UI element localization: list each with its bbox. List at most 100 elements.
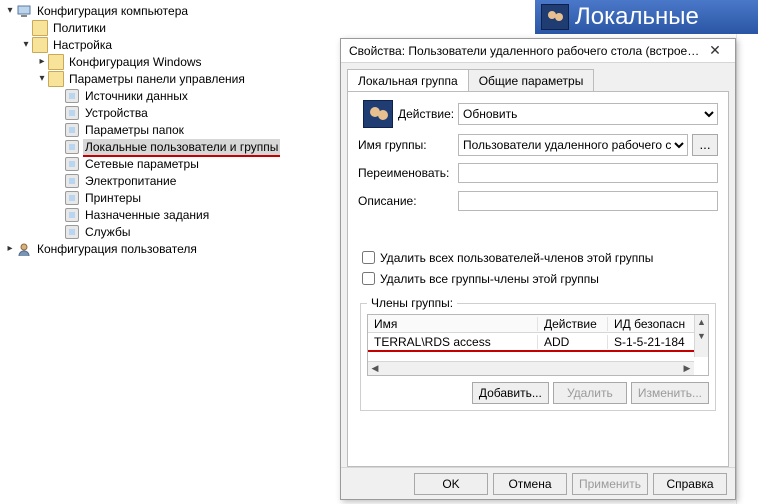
action-label: Действие: [398, 107, 458, 121]
group-name-select[interactable]: Пользователи удаленного рабочего сто [458, 134, 688, 156]
col-action[interactable]: Действие [538, 317, 608, 331]
folder-icon [32, 20, 48, 36]
service-icon [64, 224, 80, 240]
computer-icon [16, 3, 32, 19]
tree-item-label: Принтеры [83, 190, 143, 206]
tree-item[interactable]: · Назначенные задания [4, 206, 338, 223]
page-banner: Локальные [535, 0, 758, 34]
rename-label: Переименовать: [358, 166, 458, 180]
chevron-down-icon[interactable]: ▾ [20, 39, 32, 51]
apply-button[interactable]: Применить [572, 473, 648, 495]
change-member-button[interactable]: Изменить... [631, 382, 709, 404]
users-groups-banner-icon [541, 4, 569, 30]
ok-button[interactable]: OK [414, 473, 488, 495]
tree-item[interactable]: · Принтеры [4, 189, 338, 206]
tab-local-group[interactable]: Локальная группа [347, 69, 469, 91]
tree-item[interactable]: · Электропитание [4, 172, 338, 189]
delete-groups-checkbox[interactable] [362, 272, 375, 285]
rename-input[interactable] [458, 163, 718, 183]
tree-item-label: Конфигурация Windows [67, 54, 204, 70]
group-name-browse-button[interactable]: ... [692, 134, 718, 156]
tree-item[interactable]: · Параметры папок [4, 121, 338, 138]
tree-item-label: Электропитание [83, 173, 178, 189]
description-input[interactable] [458, 191, 718, 211]
dialog-titlebar[interactable]: Свойства: Пользователи удаленного рабоче… [341, 39, 735, 63]
page-banner-title: Локальные [575, 3, 699, 31]
tree-item-label: Сетевые параметры [83, 156, 201, 172]
tree-item[interactable]: ▸ Конфигурация Windows [4, 53, 338, 70]
folder-options-icon [64, 122, 80, 138]
col-sid[interactable]: ИД безопасн [608, 317, 708, 331]
cell-action: ADD [538, 335, 608, 349]
right-pane-strip [736, 34, 758, 504]
tree-item-label: Политики [51, 20, 108, 36]
folder-icon [48, 54, 64, 70]
tree-item[interactable]: ▸ Конфигурация пользователя [4, 240, 338, 257]
tree-item[interactable]: · Службы [4, 223, 338, 240]
chevron-down-icon[interactable]: ▾ [36, 73, 48, 85]
nav-tree: ▾ Конфигурация компьютера · Политики ▾ Н… [0, 0, 338, 504]
folder-icon [48, 71, 64, 87]
tabs: Локальная группа Общие параметры [341, 63, 735, 91]
add-member-button[interactable]: Добавить... [472, 382, 549, 404]
delete-users-label: Удалить всех пользователей-членов этой г… [380, 251, 653, 265]
tree-item-label: Конфигурация пользователя [35, 241, 199, 257]
remove-member-button[interactable]: Удалить [553, 382, 627, 404]
tree-item[interactable]: ▾ Конфигурация компьютера [4, 2, 338, 19]
tree-item[interactable]: · Устройства [4, 104, 338, 121]
users-groups-icon [64, 139, 80, 155]
tree-item-local-users-groups[interactable]: · Локальные пользователи и группы [4, 138, 338, 155]
users-groups-icon [363, 100, 393, 128]
scheduled-task-icon [64, 207, 80, 223]
tab-common[interactable]: Общие параметры [468, 69, 595, 91]
group-name-label: Имя группы: [358, 138, 458, 152]
chevron-down-icon[interactable]: ▾ [4, 5, 16, 17]
members-fieldset: Члены группы: Имя Действие ИД безопасн T… [360, 296, 716, 411]
folder-icon [32, 37, 48, 53]
col-name[interactable]: Имя [368, 317, 538, 331]
action-select[interactable]: Обновить [458, 103, 718, 125]
dialog-title: Свойства: Пользователи удаленного рабоче… [349, 44, 701, 58]
chevron-right-icon[interactable]: ▸ [4, 243, 16, 255]
members-legend: Члены группы: [367, 296, 457, 310]
tree-item-label: Службы [83, 224, 132, 240]
grid-row[interactable]: TERRAL\RDS access ADD S-1-5-21-184 [368, 333, 708, 351]
tree-item[interactable]: ▾ Параметры панели управления [4, 70, 338, 87]
tree-item[interactable]: · Сетевые параметры [4, 155, 338, 172]
printer-icon [64, 190, 80, 206]
tree-item-label: Настройка [51, 37, 114, 53]
grid-header: Имя Действие ИД безопасн [368, 315, 708, 333]
grid-vscroll[interactable]: ▲ ▼ [694, 315, 708, 357]
delete-groups-label: Удалить все группы-члены этой группы [380, 272, 599, 286]
tree-item-label: Устройства [83, 105, 150, 121]
scroll-down-icon[interactable]: ▼ [695, 329, 708, 343]
tree-item[interactable]: · Политики [4, 19, 338, 36]
tree-item-label: Параметры панели управления [67, 71, 247, 87]
tree-item-label: Параметры папок [83, 122, 186, 138]
tree-item-label: Источники данных [83, 88, 190, 104]
dialog-footer: OK Отмена Применить Справка [341, 467, 735, 499]
network-icon [64, 156, 80, 172]
chevron-right-icon[interactable]: ▸ [36, 56, 48, 68]
cell-sid: S-1-5-21-184 [608, 335, 708, 349]
tree-item-label: Назначенные задания [83, 207, 211, 223]
scroll-right-icon[interactable]: ▶ [680, 362, 694, 375]
properties-dialog: Свойства: Пользователи удаленного рабоче… [340, 38, 736, 500]
scroll-left-icon[interactable]: ◀ [368, 362, 382, 375]
close-button[interactable]: ✕ [701, 42, 729, 60]
datasource-icon [64, 88, 80, 104]
cancel-button[interactable]: Отмена [493, 473, 567, 495]
members-grid[interactable]: Имя Действие ИД безопасн TERRAL\RDS acce… [367, 314, 709, 376]
description-label: Описание: [358, 194, 458, 208]
grid-hscroll[interactable]: ◀ ▶ [368, 361, 694, 375]
scroll-up-icon[interactable]: ▲ [695, 315, 708, 329]
cell-name: TERRAL\RDS access [368, 335, 538, 349]
device-icon [64, 105, 80, 121]
tab-panel-local-group: Действие: Обновить Имя группы: Пользоват… [347, 91, 729, 467]
tree-item[interactable]: · Источники данных [4, 87, 338, 104]
help-button[interactable]: Справка [653, 473, 727, 495]
power-icon [64, 173, 80, 189]
user-config-icon [16, 241, 32, 257]
tree-item[interactable]: ▾ Настройка [4, 36, 338, 53]
delete-users-checkbox[interactable] [362, 251, 375, 264]
